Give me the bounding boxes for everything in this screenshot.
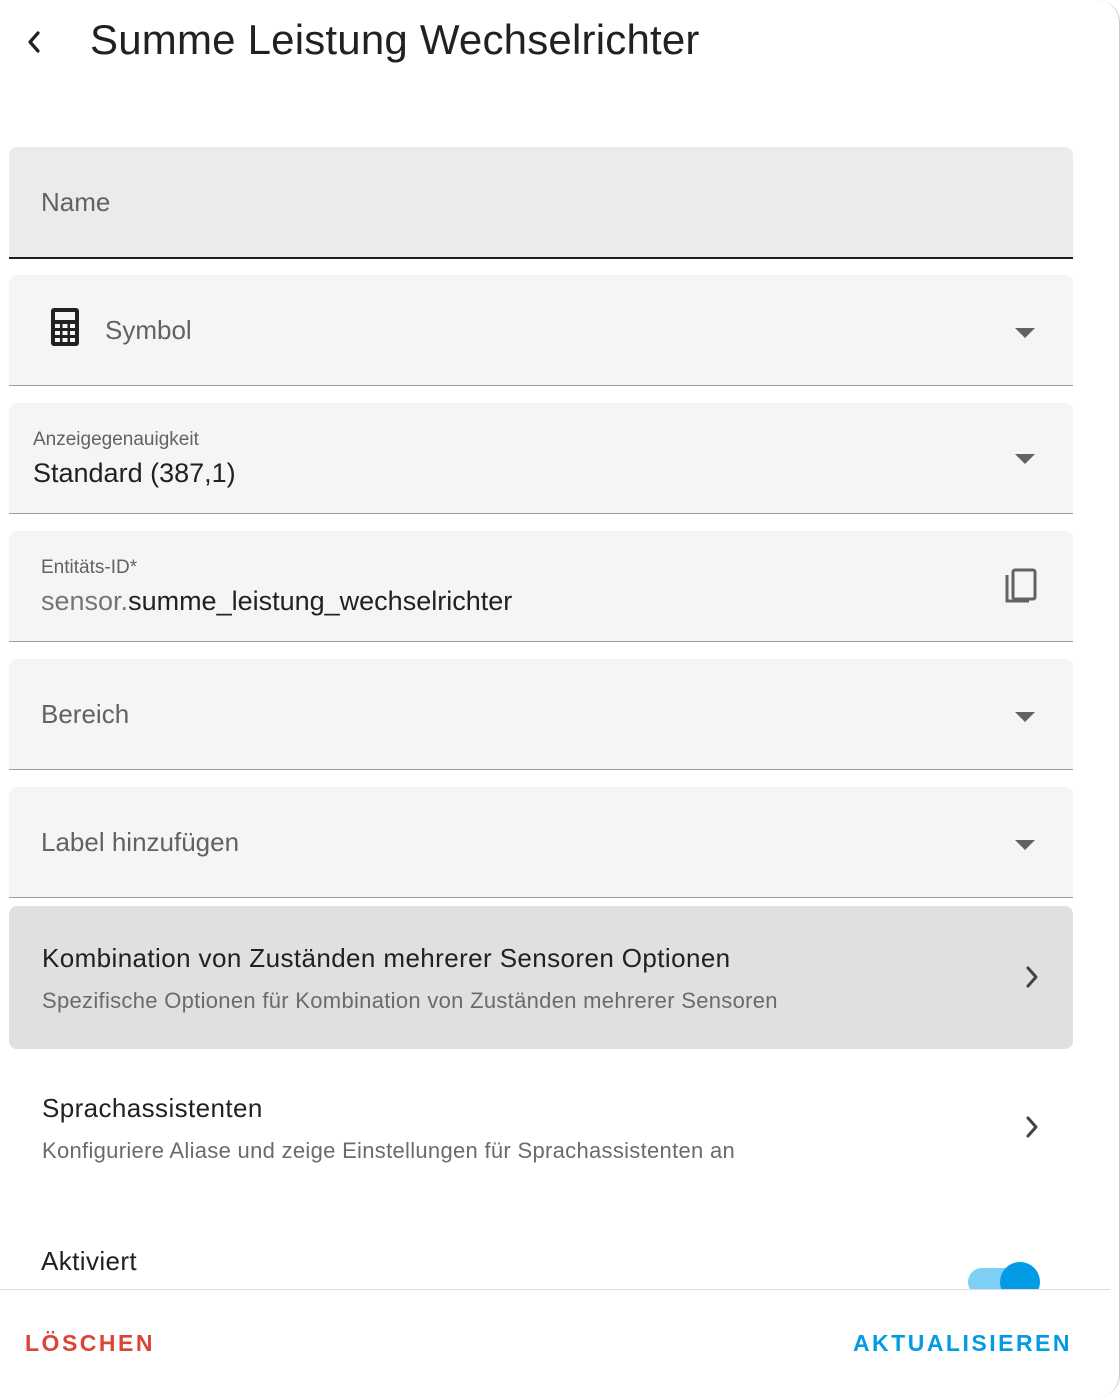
calculator-icon xyxy=(51,308,79,346)
name-placeholder: Name xyxy=(41,187,111,217)
symbol-placeholder: Symbol xyxy=(105,315,192,345)
combine-options-subtitle: Spezifische Optionen für Kombination von… xyxy=(42,988,778,1013)
entity-id-value[interactable]: sensor.summe_leistung_wechselrichter xyxy=(41,586,512,617)
dialog-header: Summe Leistung Wechselrichter xyxy=(0,0,1100,90)
enabled-toggle[interactable] xyxy=(968,1262,1044,1302)
chevron-right-icon xyxy=(1026,1116,1038,1138)
entity-id-prefix: sensor. xyxy=(41,586,129,616)
area-placeholder: Bereich xyxy=(41,699,130,729)
symbol-picker[interactable]: Symbol xyxy=(9,275,1073,386)
caret-down-icon[interactable] xyxy=(1015,454,1035,464)
label-picker[interactable]: Label hinzufügen xyxy=(9,787,1073,898)
voice-assistants-row[interactable]: Sprachassistenten Konfiguriere Aliase un… xyxy=(9,1056,1073,1199)
entity-id-field[interactable]: Entitäts-ID* sensor.summe_leistung_wechs… xyxy=(9,531,1073,642)
update-button[interactable]: AKTUALISIEREN xyxy=(853,1330,1072,1357)
precision-label: Anzeigegenauigkeit xyxy=(33,429,199,450)
entity-id-label: Entitäts-ID* xyxy=(41,557,138,578)
page-title: Summe Leistung Wechselrichter xyxy=(90,16,700,63)
combine-options-title: Kombination von Zuständen mehrerer Senso… xyxy=(42,943,731,973)
back-button[interactable] xyxy=(14,20,54,64)
copy-icon[interactable] xyxy=(1003,567,1039,607)
name-field[interactable]: Name xyxy=(9,147,1073,259)
voice-assistants-title: Sprachassistenten xyxy=(42,1093,263,1123)
dialog-border xyxy=(1098,0,1120,1397)
area-picker[interactable]: Bereich xyxy=(9,659,1073,770)
caret-down-icon[interactable] xyxy=(1015,840,1035,850)
labels-placeholder: Label hinzufügen xyxy=(41,827,240,857)
dialog-footer: LÖSCHEN AKTUALISIEREN xyxy=(0,1289,1110,1397)
chevron-right-icon xyxy=(1026,966,1038,988)
voice-assistants-subtitle: Konfiguriere Aliase und zeige Einstellun… xyxy=(42,1138,736,1163)
caret-down-icon[interactable] xyxy=(1015,328,1035,338)
enabled-label: Aktiviert xyxy=(41,1246,138,1276)
entity-id-object: summe_leistung_wechselrichter xyxy=(128,586,513,616)
entity-settings-dialog: Summe Leistung Wechselrichter Name Symbo… xyxy=(0,0,1120,1397)
delete-button[interactable]: LÖSCHEN xyxy=(25,1330,155,1357)
caret-down-icon[interactable] xyxy=(1015,712,1035,722)
chevron-left-icon xyxy=(28,31,40,53)
precision-value: Standard (387,1) xyxy=(33,458,236,488)
display-precision-select[interactable]: Anzeigegenauigkeit Standard (387,1) xyxy=(9,403,1073,514)
combine-options-row[interactable]: Kombination von Zuständen mehrerer Senso… xyxy=(9,906,1073,1049)
